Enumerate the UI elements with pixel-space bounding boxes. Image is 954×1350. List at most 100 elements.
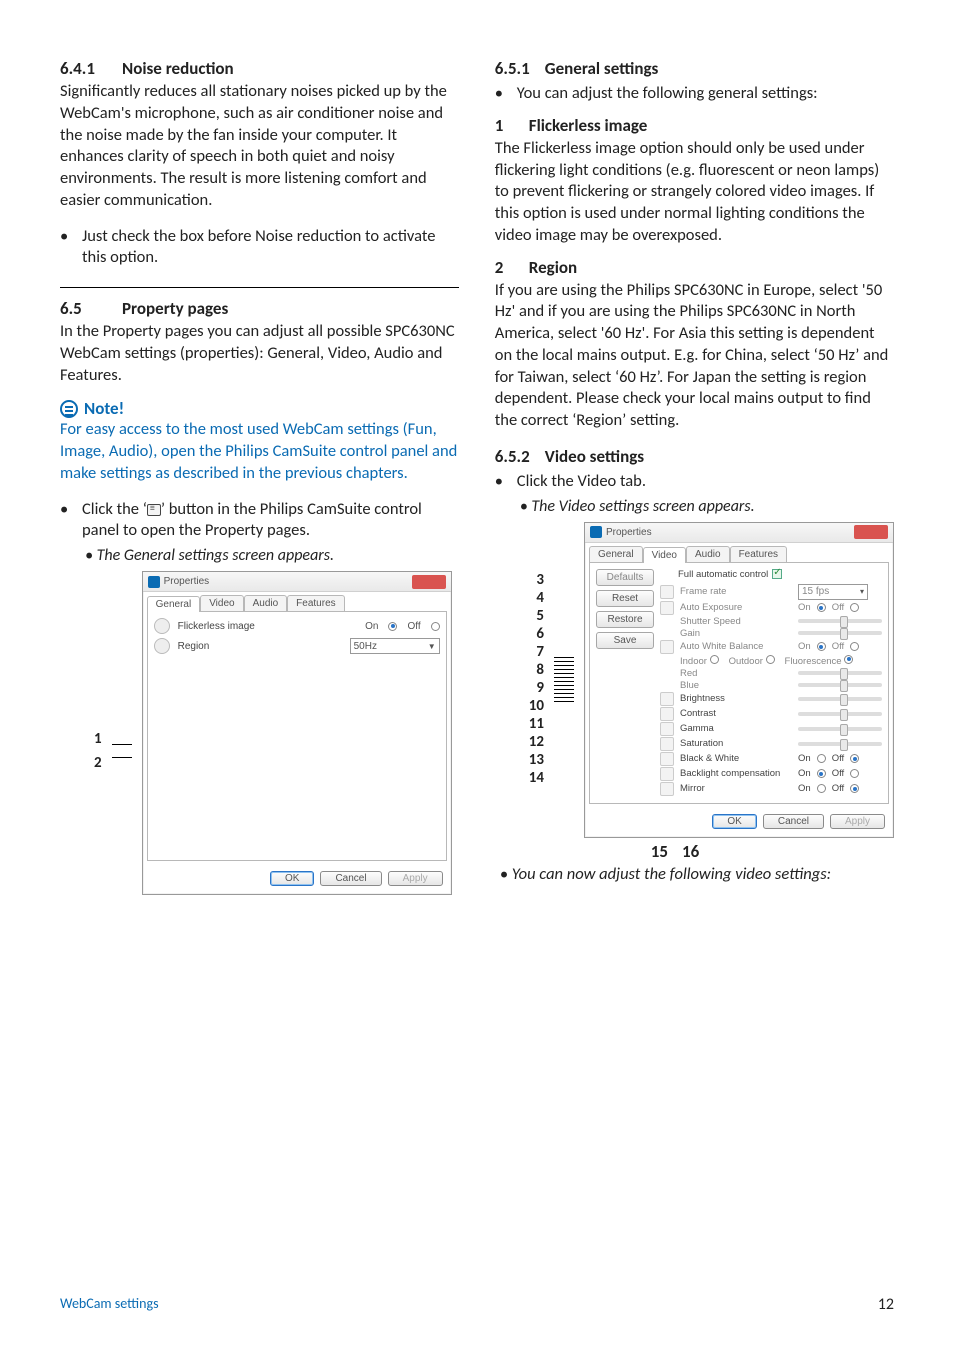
noise-reduction-body: Significantly reduces all stationary noi… (60, 81, 459, 212)
callout-8: 8 (529, 663, 544, 678)
tab-general[interactable]: General (589, 546, 643, 562)
mirror-icon (660, 782, 674, 796)
callout-7: 7 (529, 645, 544, 660)
callout-14: 14 (529, 771, 544, 786)
full-auto-checkbox[interactable] (772, 569, 782, 579)
defaults-button: Defaults (596, 569, 654, 586)
reset-button[interactable]: Reset (596, 590, 654, 607)
click-video-bullet: •Click the Video tab. (495, 471, 894, 493)
callout-3: 3 (529, 573, 544, 588)
callout-9: 9 (529, 681, 544, 696)
region-label: Region (178, 641, 342, 652)
contrast-icon (660, 707, 674, 721)
restore-button[interactable]: Restore (596, 611, 654, 628)
general-settings-bullet: •You can adjust the following general se… (495, 83, 894, 105)
right-column: 6.5.1General settings •You can adjust th… (495, 58, 894, 895)
flickerless-label: Flickerless image (178, 621, 358, 632)
cancel-button[interactable]: Cancel (320, 871, 381, 886)
note-heading: Note! (60, 398, 459, 419)
property-pages-body: In the Property pages you can adjust all… (60, 321, 459, 386)
tab-features[interactable]: Features (730, 546, 787, 562)
page-footer: WebCam settings 12 (60, 1295, 894, 1314)
tab-features[interactable]: Features (287, 595, 344, 611)
item-2-body: If you are using the Philips SPC630NC in… (495, 280, 894, 432)
gamma-slider[interactable] (798, 727, 882, 731)
video-screen-appears: • The Video settings screen appears. (495, 497, 894, 516)
brightness-icon (660, 692, 674, 706)
tab-audio[interactable]: Audio (686, 546, 730, 562)
backlight-icon (660, 767, 674, 781)
saturation-icon (660, 737, 674, 751)
general-screen-appears: • The General settings screen appears. (60, 546, 459, 565)
left-column: 6.4.1Noise reduction Significantly reduc… (60, 58, 459, 895)
callout-10: 10 (529, 699, 544, 714)
footer-section: WebCam settings (60, 1295, 159, 1314)
click-props-bullet: • Click the ‘’ button in the Philips Cam… (60, 499, 459, 543)
flicker-icon (154, 618, 170, 634)
callout-11: 11 (529, 717, 544, 732)
noise-reduction-bullet: • Just check the box before Noise reduct… (60, 226, 459, 270)
cancel-button[interactable]: Cancel (763, 814, 824, 829)
gamma-icon (660, 722, 674, 736)
close-icon[interactable] (412, 575, 446, 589)
note-icon (60, 400, 78, 418)
item-2-heading: 2Region (495, 257, 894, 278)
properties-dialog-general: Properties General Video Audio Features (142, 571, 452, 895)
apply-button[interactable]: Apply (388, 871, 443, 886)
callout-4: 4 (529, 591, 544, 606)
apply-button[interactable]: Apply (830, 814, 885, 829)
page-number: 12 (878, 1295, 894, 1314)
heading-6-5-1: 6.5.1General settings (495, 58, 894, 79)
callout-15: 15 (651, 841, 668, 862)
heading-6-5: 6.5Property pages (60, 298, 459, 319)
properties-dialog-video: Properties General Video Audio Features … (584, 522, 894, 838)
shutter-slider[interactable] (798, 619, 882, 623)
flicker-off-radio[interactable] (431, 622, 440, 631)
region-icon (154, 638, 170, 654)
callout-1: 1 (94, 732, 102, 747)
callout-5: 5 (529, 609, 544, 624)
callout-13: 13 (529, 753, 544, 768)
red-slider[interactable] (798, 671, 882, 675)
properties-inline-icon (147, 504, 161, 516)
contrast-slider[interactable] (798, 712, 882, 716)
item-1-body: The Flickerless image option should only… (495, 138, 894, 247)
heading-6-4-1: 6.4.1Noise reduction (60, 58, 459, 79)
figure-general-dialog: 1 2 Properties General (94, 571, 459, 895)
wb-icon (660, 640, 674, 654)
region-dropdown[interactable]: 50Hz▼ (350, 638, 440, 654)
framerate-dropdown[interactable]: 15 fps▾ (798, 584, 868, 600)
item-1-heading: 1Flickerless image (495, 115, 894, 136)
figure-video-dialog: 3 4 5 6 7 8 9 10 11 12 13 14 (529, 522, 894, 862)
ok-button[interactable]: OK (712, 814, 756, 829)
callout-12: 12 (529, 735, 544, 750)
video-adjust-caption: • You can now adjust the following video… (495, 864, 894, 884)
close-icon[interactable] (854, 525, 888, 539)
framerate-icon (660, 585, 674, 599)
tab-general[interactable]: General (147, 596, 201, 612)
philips-logo-icon (148, 576, 160, 588)
callout-16: 16 (682, 841, 699, 862)
full-auto-row: Full automatic control (660, 569, 882, 580)
blue-slider[interactable] (798, 683, 882, 687)
tab-video[interactable]: Video (643, 547, 686, 563)
tab-audio[interactable]: Audio (244, 595, 288, 611)
tab-video[interactable]: Video (200, 595, 243, 611)
gain-slider[interactable] (798, 631, 882, 635)
callout-6: 6 (529, 627, 544, 642)
saturation-slider[interactable] (798, 742, 882, 746)
save-button[interactable]: Save (596, 632, 654, 649)
philips-logo-icon (590, 526, 602, 538)
dialog-title: Properties (164, 576, 210, 587)
divider (60, 287, 459, 288)
callout-2: 2 (94, 756, 102, 771)
heading-6-5-2: 6.5.2Video settings (495, 446, 894, 467)
chevron-down-icon: ▼ (428, 642, 436, 651)
ok-button[interactable]: OK (270, 871, 314, 886)
flicker-on-radio[interactable] (388, 622, 397, 631)
note-body: For easy access to the most used WebCam … (60, 419, 459, 484)
bw-icon (660, 752, 674, 766)
brightness-slider[interactable] (798, 697, 882, 701)
dialog-title: Properties (606, 527, 652, 538)
exposure-icon (660, 601, 674, 615)
